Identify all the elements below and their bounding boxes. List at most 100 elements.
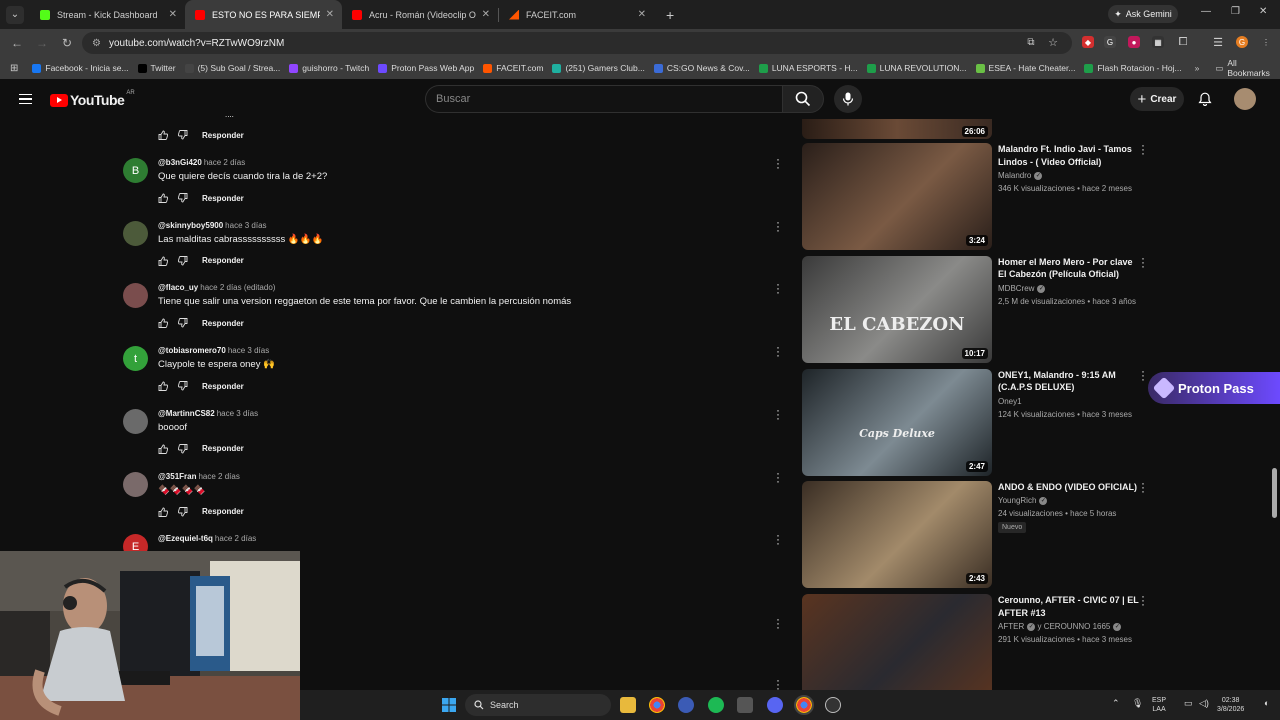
file-explorer-icon[interactable] [620,697,636,713]
discord-icon[interactable] [767,697,783,713]
extension-icon[interactable]: ▦ [1152,36,1164,48]
snipping-tool-icon[interactable] [737,697,753,713]
comment-more-icon[interactable]: · · · [775,529,781,549]
comment-author[interactable]: @flaco_uy hace 2 días (editado) [158,283,275,292]
search-input[interactable]: Buscar [425,85,783,113]
volume-icon[interactable]: ◁) [1199,699,1209,708]
apps-grid-icon[interactable]: ⊞ [10,63,18,74]
video-thumbnail[interactable] [802,594,992,702]
close-icon[interactable]: ✕ [326,9,334,20]
chrome-icon[interactable] [649,697,665,713]
dislike-icon[interactable] [178,130,188,140]
video-title[interactable]: Homer el Mero Mero - Por clave El Cabezó… [998,256,1140,281]
video-more-icon[interactable]: · · · [1140,252,1146,272]
video-thumbnail[interactable]: 3:24 [802,143,992,250]
ask-gemini-button[interactable]: ✦ Ask Gemini [1108,5,1178,23]
tray-overflow-icon[interactable]: ⌃ [1112,699,1120,708]
browser-menu-icon[interactable]: ⋮ [1260,36,1272,48]
spotify-icon[interactable] [708,697,724,713]
tab-faceit[interactable]: FACEIT.com ✕ [499,0,654,29]
reply-button[interactable]: Responder [202,382,244,391]
back-icon[interactable]: ← [6,36,28,50]
tab-youtube-active[interactable]: ESTO NO ES PARA SIEMPRE - C ✕ [185,0,342,29]
reply-button[interactable]: Responder [202,194,244,203]
extension-g-icon[interactable]: G [1104,36,1116,48]
dislike-icon[interactable] [178,443,188,454]
youtube-logo[interactable]: YouTube AR [50,90,135,108]
comment-author[interactable]: @MartinnCS82 hace 3 días [158,409,258,418]
video-channel[interactable]: Malandro ✓ [998,171,1043,180]
notifications-bell-icon[interactable] [1198,92,1212,106]
close-icon[interactable]: ✕ [638,9,646,20]
obs-icon[interactable] [825,697,841,713]
tab-groups-icon[interactable]: ☰ [1212,36,1224,49]
related-video-item[interactable]: 2:43 ANDO & ENDO (VIDEO OFICIAL) YoungRich… [802,477,1162,589]
comment-more-icon[interactable]: · · · [775,613,781,633]
video-title[interactable]: ONEY1, Malandro - 9:15 AM (C.A.P.S DELUX… [998,369,1140,394]
commenter-avatar[interactable] [123,471,148,497]
video-title[interactable]: Malandro Ft. Indio Javi - Tamos Lindos -… [998,143,1140,168]
like-icon[interactable] [158,193,168,203]
notification-center-icon[interactable]: ◐ [1264,699,1269,708]
commenter-avatar[interactable] [123,220,148,246]
comment-more-icon[interactable]: · · · [775,467,781,487]
related-video-item[interactable]: 3:24 Malandro Ft. Indio Javi - Tamos Lind… [802,139,1162,251]
taskbar-search[interactable]: Search [465,694,611,716]
dislike-icon[interactable] [178,506,188,517]
windows-start-icon[interactable] [441,697,457,713]
reload-icon[interactable]: ↻ [56,36,78,50]
reply-button[interactable]: Responder [202,131,244,140]
video-more-icon[interactable]: · · · [1140,590,1146,610]
video-channel[interactable]: MDBCrew ✓ [998,284,1046,293]
video-more-icon[interactable]: · · · [1140,365,1146,385]
bookmark-star-icon[interactable]: ☆ [1047,36,1059,49]
bookmark-item[interactable]: LUNA ESPORTS - H... [758,63,858,73]
dislike-icon[interactable] [178,193,188,203]
video-channel[interactable]: Oney1 [998,397,1022,406]
reply-button[interactable]: Responder [202,507,244,516]
comment-author[interactable]: @b3nGi420 hace 2 días [158,158,245,167]
install-app-icon[interactable]: ⧉ [1025,36,1037,48]
like-icon[interactable] [158,318,168,329]
commenter-avatar[interactable]: t [123,346,148,372]
reply-button[interactable]: Responder [202,256,244,265]
window-close-icon[interactable]: ✕ [1259,6,1267,17]
comment-more-icon[interactable]: · · · [775,153,781,173]
extensions-puzzle-icon[interactable]: ⧠ [1177,36,1189,48]
close-icon[interactable]: ✕ [169,9,177,20]
bookmark-item[interactable]: LUNA REVOLUTION... [866,63,967,73]
extension-icon[interactable]: ◆ [1082,36,1094,48]
tab-acru[interactable]: Acru - Román (Videoclip Oficial ✕ [342,0,498,29]
comment-more-icon[interactable]: · · · [775,216,781,236]
language-indicator[interactable]: ESP LAA [1152,696,1166,714]
account-avatar[interactable] [1234,88,1256,110]
chrome-active-icon[interactable] [794,695,814,715]
page-scrollbar[interactable] [1272,468,1277,518]
comment-author[interactable]: @351Fran hace 2 días [158,472,240,481]
create-button[interactable]: + Crear [1130,87,1184,111]
commenter-avatar[interactable] [123,283,148,309]
commenter-avatar[interactable] [123,408,148,434]
tab-kick[interactable]: Stream - Kick Dashboard ✕ [30,0,185,29]
comment-author[interactable]: @skinnyboy5900 hace 3 días [158,221,267,230]
related-video-item[interactable]: Caps Deluxe 2:47 ONEY1, Malandro - 9:15 AM… [802,365,1162,477]
comment-author[interactable]: @tobiasromero70 hace 3 días [158,346,269,355]
bookmark-item[interactable]: Facebook - Inicia se... [32,63,129,73]
related-video-item[interactable]: EL CABEZON 10:17 Homer el Mero Mero - Por … [802,252,1162,364]
proton-pass-overlay[interactable]: Proton Pass [1148,372,1280,404]
reply-button[interactable]: Responder [202,319,244,328]
comment-more-icon[interactable]: · · · [775,341,781,361]
address-bar[interactable]: ⚙ youtube.com/watch?v=RZTwWO9rzNM [82,32,1072,54]
video-more-icon[interactable]: · · · [1140,139,1146,159]
video-title[interactable]: ANDO & ENDO (VIDEO OFICIAL) [998,481,1140,494]
comment-more-icon[interactable]: · · · [775,278,781,298]
search-button[interactable] [782,85,824,113]
bookmark-item[interactable]: FACEIT.com [483,63,543,73]
hamburger-menu-icon[interactable] [19,94,32,104]
comment-more-icon[interactable]: · · · [775,674,781,694]
like-icon[interactable] [158,381,168,392]
dislike-icon[interactable] [178,318,188,328]
tab-search-icon[interactable]: ⌄ [6,5,24,24]
video-channel[interactable]: YoungRich ✓ [998,496,1048,505]
voice-search-button[interactable] [834,85,862,113]
